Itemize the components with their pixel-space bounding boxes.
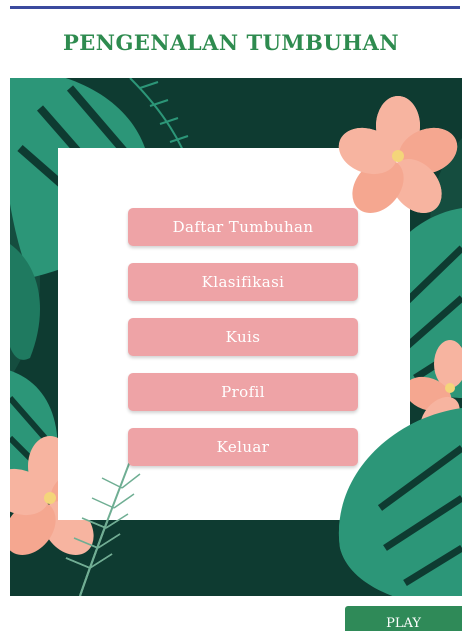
tropical-background: Daftar Tumbuhan Klasifikasi Kuis Profil …: [10, 78, 462, 596]
top-divider: [10, 6, 460, 9]
menu-button-klasifikasi[interactable]: Klasifikasi: [128, 263, 358, 301]
page-title: PENGENALAN TUMBUHAN: [62, 30, 400, 55]
menu-button-kuis[interactable]: Kuis: [128, 318, 358, 356]
menu-button-daftar-tumbuhan[interactable]: Daftar Tumbuhan: [128, 208, 358, 246]
play-button[interactable]: PLAY: [345, 606, 462, 631]
menu-button-profil[interactable]: Profil: [128, 373, 358, 411]
menu-button-keluar[interactable]: Keluar: [128, 428, 358, 466]
